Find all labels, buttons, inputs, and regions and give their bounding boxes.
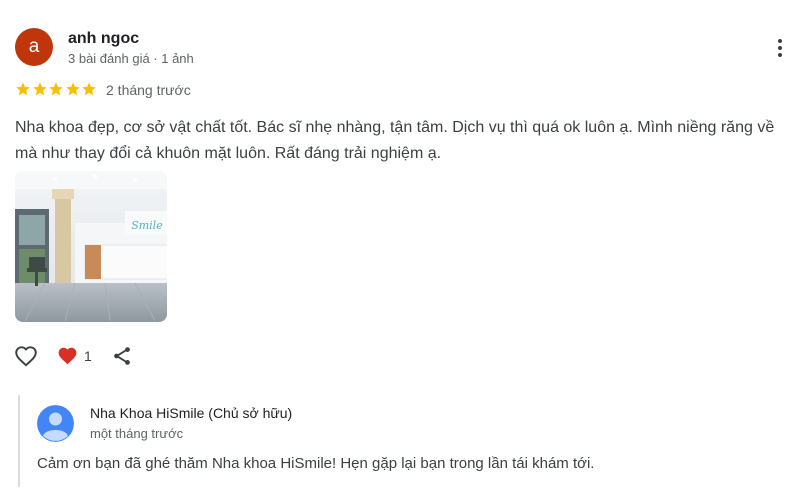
author-name[interactable]: anh ngoc: [68, 30, 139, 48]
heart-filled-icon[interactable]: [56, 345, 79, 372]
star-icon: [49, 82, 63, 96]
star-icon: [16, 82, 30, 96]
star-rating: [15, 81, 98, 98]
owner-reply-text: Cảm ơn bạn đã ghé thăm Nha khoa HiSmile!…: [37, 455, 595, 472]
person-icon: [37, 405, 74, 442]
review-photo[interactable]: Smile: [15, 171, 167, 322]
author-avatar[interactable]: a: [15, 28, 53, 66]
reaction-count: 1: [84, 348, 92, 364]
star-icon: [65, 82, 80, 96]
star-icon: [32, 82, 47, 96]
owner-name: Nha Khoa HiSmile (Chủ sở hữu): [90, 405, 293, 421]
owner-reply-time: một tháng trước: [90, 426, 184, 441]
star-icon: [82, 82, 96, 96]
more-vert-icon[interactable]: [770, 36, 790, 62]
heart-outline-icon[interactable]: [13, 343, 39, 374]
review-text: Nha khoa đẹp, cơ sở vật chất tốt. Bác sĩ…: [15, 119, 775, 162]
author-meta: 3 bài đánh giá · 1 ảnh: [68, 51, 194, 66]
share-icon[interactable]: [111, 345, 133, 372]
svg-text:Smile: Smile: [129, 219, 163, 232]
review-time: 2 tháng trước: [106, 82, 191, 98]
review-card: a anh ngoc 3 bài đánh giá · 1 ảnh 2 thán…: [0, 0, 800, 500]
